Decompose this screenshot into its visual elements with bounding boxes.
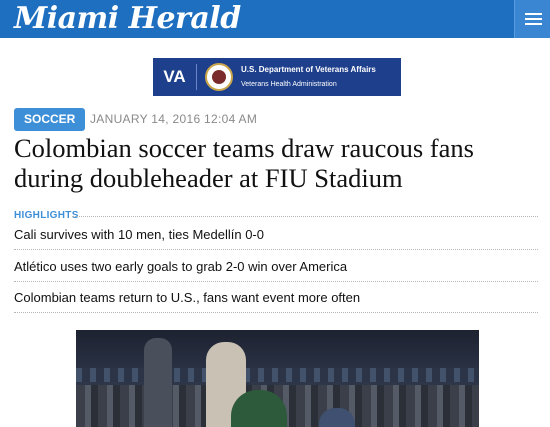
site-logo[interactable]: Miami Herald xyxy=(14,0,241,38)
player-figure xyxy=(144,338,172,427)
highlight-link[interactable]: Atlético uses two early goals to grab 2-… xyxy=(14,252,538,282)
highlights-divider xyxy=(72,216,538,217)
ad-line-1: U.S. Department of Veterans Affairs xyxy=(241,64,376,74)
hamburger-icon[interactable] xyxy=(514,0,550,38)
article-headline: Colombian soccer teams draw raucous fans… xyxy=(14,133,474,193)
va-seal-icon xyxy=(205,63,233,91)
article-photo[interactable] xyxy=(76,330,479,427)
highlight-link[interactable]: Colombian teams return to U.S., fans wan… xyxy=(14,283,538,313)
menu-line xyxy=(525,23,542,25)
advertisement-banner[interactable]: VA U.S. Department of Veterans Affairs V… xyxy=(153,58,401,96)
highlight-link[interactable]: Cali survives with 10 men, ties Medellín… xyxy=(14,220,538,250)
article-dateline: JANUARY 14, 2016 12:04 AM xyxy=(90,112,258,126)
top-bar: Miami Herald xyxy=(0,0,550,38)
section-tag[interactable]: SOCCER xyxy=(14,108,86,131)
menu-line xyxy=(525,13,542,15)
va-label: VA xyxy=(153,64,197,90)
menu-line xyxy=(525,18,542,20)
ad-line-2: Veterans Health Administration xyxy=(241,80,337,88)
stadium-lights xyxy=(76,368,479,382)
ad-text: U.S. Department of Veterans Affairs Vete… xyxy=(241,64,376,91)
